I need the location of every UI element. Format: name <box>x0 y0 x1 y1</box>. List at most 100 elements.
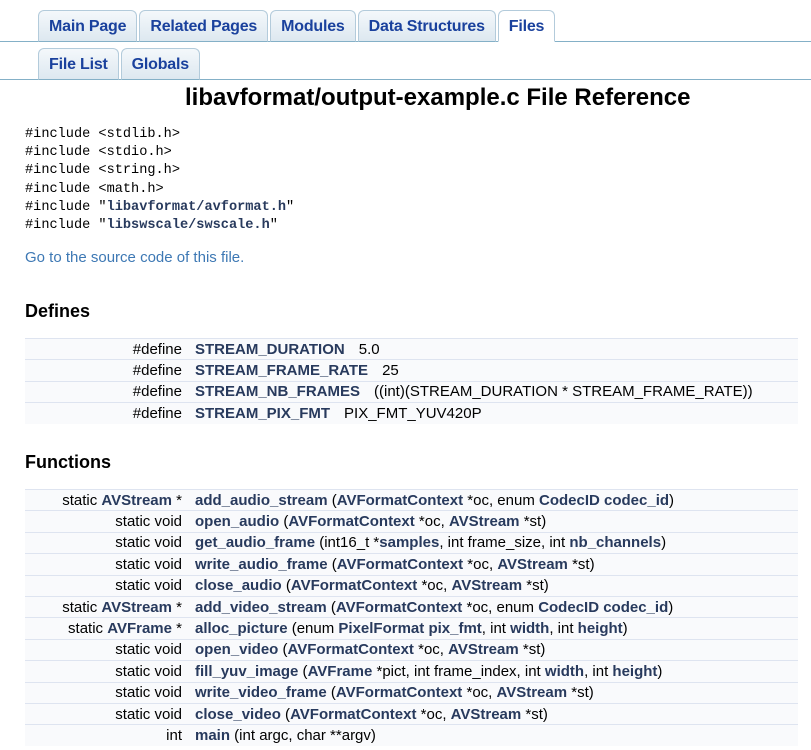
include-text: #include <math.h> <box>25 181 164 197</box>
tab-data-structures[interactable]: Data Structures <box>357 10 496 42</box>
define-value: PIX_FMT_YUV420P <box>344 404 482 422</box>
return-type-text: static void <box>115 684 182 702</box>
source-code-link[interactable]: Go to the source code of this file. <box>25 249 244 266</box>
include-file-link[interactable]: libavformat/avformat.h <box>107 200 286 215</box>
define-name-link[interactable]: STREAM_FRAME_RATE <box>195 362 368 379</box>
param-link[interactable]: AVStream <box>449 513 520 530</box>
return-type: static void <box>25 553 195 576</box>
return-type: static void <box>25 574 195 597</box>
param-text: ( <box>327 555 337 573</box>
param-link[interactable]: AVFormatContext <box>288 513 414 530</box>
param-text: (int16_t * <box>315 534 380 552</box>
include-file-link[interactable]: libswscale/swscale.h <box>107 218 270 233</box>
define-name-link[interactable]: STREAM_DURATION <box>195 341 345 358</box>
tab-file-list[interactable]: File List <box>38 48 119 80</box>
functions-heading: Functions <box>25 452 111 472</box>
function-signature: close_audio (AVFormatContext *oc, AVStre… <box>195 574 798 597</box>
param-text: *oc, <box>413 641 449 659</box>
param-link[interactable]: width <box>510 620 549 637</box>
param-text: ) <box>657 662 663 680</box>
function-signature: add_audio_stream (AVFormatContext *oc, e… <box>195 488 798 511</box>
param-link[interactable]: nb_channels <box>569 534 661 551</box>
function-name-link[interactable]: alloc_picture <box>195 620 288 637</box>
param-text: (enum <box>287 620 339 638</box>
function-name-link[interactable]: write_audio_frame <box>195 556 328 573</box>
function-name-link[interactable]: get_audio_frame <box>195 534 315 551</box>
param-link[interactable]: AVFormatContext <box>336 684 462 701</box>
function-signature: main (int argc, char **argv) <box>195 724 798 746</box>
tab-modules[interactable]: Modules <box>270 10 356 42</box>
param-link[interactable]: AVFormatContext <box>336 599 462 616</box>
param-link[interactable]: AVStream <box>497 556 568 573</box>
define-keyword: #define <box>25 337 195 360</box>
function-name-link[interactable]: fill_yuv_image <box>195 663 298 680</box>
return-type-text: int <box>166 726 182 744</box>
return-type-text: static void <box>115 513 182 531</box>
param-link[interactable]: AVFrame <box>308 663 373 680</box>
param-link[interactable]: PixelFormat <box>338 620 424 637</box>
define-row: #define STREAM_DURATION 5.0 <box>25 337 798 360</box>
define-keyword: #define <box>25 380 195 403</box>
type-link[interactable]: AVStream <box>101 599 172 616</box>
return-type-text: static <box>62 491 102 509</box>
function-signature: open_video (AVFormatContext *oc, AVStrea… <box>195 638 798 661</box>
param-link[interactable]: CodecID <box>538 599 599 616</box>
function-signature: alloc_picture (enum PixelFormat pix_fmt,… <box>195 617 798 640</box>
param-link[interactable]: pix_fmt <box>428 620 481 637</box>
define-name-link[interactable]: STREAM_PIX_FMT <box>195 405 330 422</box>
return-type-text: static void <box>115 534 182 552</box>
return-type-text: * <box>171 491 182 509</box>
tab-files[interactable]: Files <box>497 10 556 42</box>
function-name-link[interactable]: add_video_stream <box>195 599 327 616</box>
param-text: *st) <box>567 555 595 573</box>
return-type-text: static void <box>115 555 182 573</box>
function-row: static void open_audio (AVFormatContext *… <box>25 510 798 533</box>
function-name-link[interactable]: close_video <box>195 706 281 723</box>
param-text: ( <box>281 577 291 595</box>
param-link[interactable]: AVStream <box>451 577 522 594</box>
param-link[interactable]: samples <box>379 534 439 551</box>
param-link[interactable]: height <box>612 663 657 680</box>
include-line: #include <string.h> <box>25 162 294 180</box>
function-name-link[interactable]: close_audio <box>195 577 282 594</box>
param-link[interactable]: AVStream <box>497 684 568 701</box>
param-link[interactable]: codec_id <box>603 599 668 616</box>
param-link[interactable]: AVStream <box>451 706 522 723</box>
param-text: *pict, int frame_index, int <box>372 662 545 680</box>
function-row: static void write_video_frame (AVFormatCo… <box>25 681 798 704</box>
function-name-link[interactable]: add_audio_stream <box>195 492 328 509</box>
tab-main-page[interactable]: Main Page <box>38 10 138 42</box>
param-text: *oc, <box>417 577 452 595</box>
include-line: #include "libswscale/swscale.h" <box>25 217 294 235</box>
param-link[interactable]: codec_id <box>604 492 669 509</box>
param-link[interactable]: width <box>545 663 584 680</box>
return-type: static void <box>25 638 195 661</box>
function-name-link[interactable]: write_video_frame <box>195 684 327 701</box>
include-line: #include <stdlib.h> <box>25 126 294 144</box>
return-type: static void <box>25 510 195 533</box>
function-name-link[interactable]: main <box>195 727 230 744</box>
function-name-link[interactable]: open_audio <box>195 513 279 530</box>
type-link[interactable]: AVFrame <box>107 620 172 637</box>
param-text: ( <box>298 662 308 680</box>
param-text: *st) <box>521 705 548 723</box>
return-type: static void <box>25 660 195 683</box>
param-link[interactable]: AVStream <box>448 641 519 658</box>
include-text: " <box>269 218 278 234</box>
function-signature: add_video_stream (AVFormatContext *oc, e… <box>195 595 798 618</box>
param-link[interactable]: AVFormatContext <box>288 641 414 658</box>
param-link[interactable]: CodecID <box>539 492 600 509</box>
param-text: ( <box>326 684 336 702</box>
define-name-link[interactable]: STREAM_NB_FRAMES <box>195 383 360 400</box>
param-link[interactable]: AVFormatContext <box>337 492 463 509</box>
tab-related-pages[interactable]: Related Pages <box>139 10 269 42</box>
function-row: static AVStream * add_audio_stream (AVFor… <box>25 488 798 511</box>
param-link[interactable]: height <box>578 620 623 637</box>
type-link[interactable]: AVStream <box>101 492 172 509</box>
param-link[interactable]: AVFormatContext <box>291 577 417 594</box>
param-link[interactable]: AVFormatContext <box>290 706 416 723</box>
tab-globals[interactable]: Globals <box>120 48 200 80</box>
param-link[interactable]: AVFormatContext <box>337 556 463 573</box>
main-tab-bar: Main Page Related Pages Modules Data Struct… <box>0 8 811 42</box>
function-name-link[interactable]: open_video <box>195 641 278 658</box>
